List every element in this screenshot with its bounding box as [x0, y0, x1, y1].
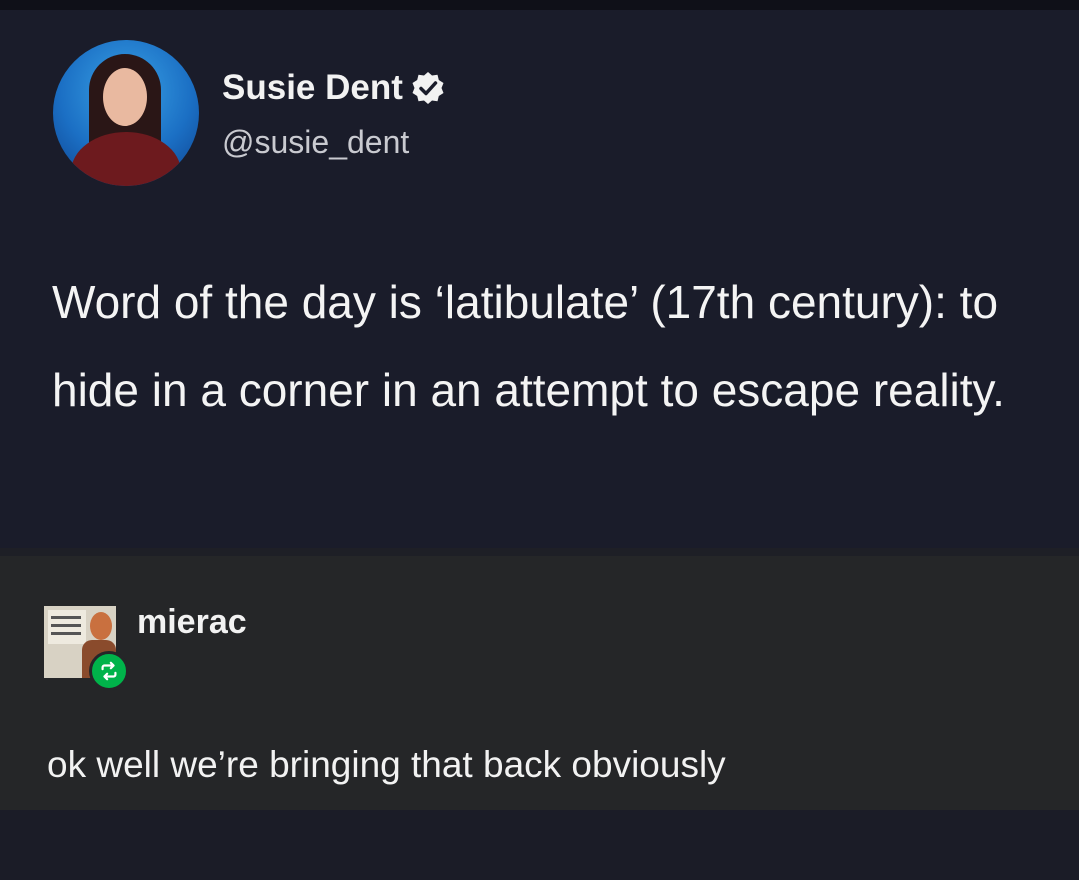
avatar-body: [71, 132, 181, 186]
avatar-face: [103, 68, 147, 126]
author-display-name[interactable]: Susie Dent: [222, 66, 403, 110]
reblog-card: mierac ok well we’re bringing that back …: [0, 548, 1079, 880]
verified-badge-icon: [411, 71, 445, 105]
reblogger-username[interactable]: mierac: [137, 602, 247, 642]
reblog-icon: [89, 651, 129, 691]
top-edge: [0, 0, 1079, 10]
tweet-text: Word of the day is ‘latibulate’ (17th ce…: [52, 276, 1005, 416]
avatar-paper-line: [51, 616, 81, 619]
author-name-row: Susie Dent: [222, 66, 445, 110]
avatar-head: [90, 612, 112, 640]
author-avatar[interactable]: [53, 40, 199, 186]
author-handle[interactable]: @susie_dent: [222, 122, 409, 162]
avatar-paper-line: [51, 632, 81, 635]
reblog-comment: ok well we’re bringing that back obvious…: [47, 744, 726, 785]
tweet-card: Susie Dent @susie_dent Word of the day i…: [0, 10, 1079, 548]
avatar-paper-line: [51, 624, 81, 627]
